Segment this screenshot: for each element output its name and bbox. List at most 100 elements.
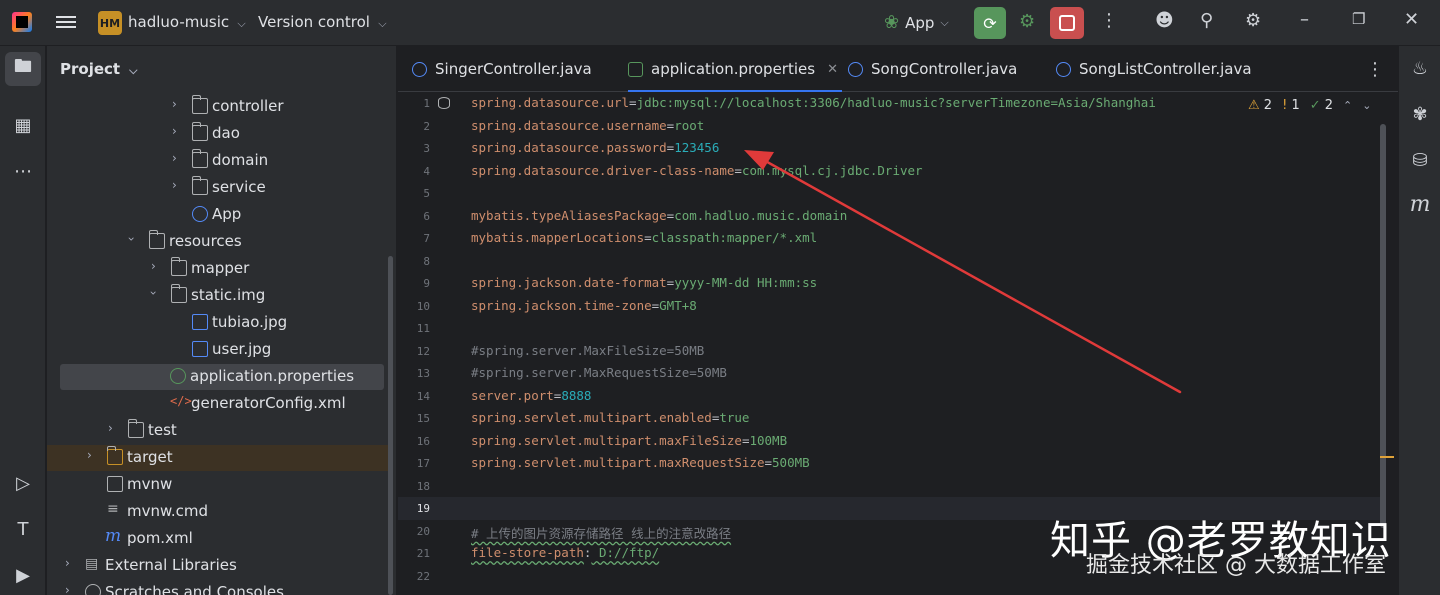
project-badge[interactable]: HM: [98, 11, 122, 35]
line-number[interactable]: 18: [398, 480, 430, 493]
line-number[interactable]: 20: [398, 525, 430, 538]
close-window-icon[interactable]: ✕: [1404, 9, 1419, 30]
version-control-menu[interactable]: Version control ⌵: [258, 13, 387, 31]
code-line[interactable]: spring.jackson.time-zone=GMT+8: [471, 298, 697, 313]
tree-item-generator-config-xml[interactable]: </> generatorConfig.xml: [47, 391, 389, 417]
tree-item-controller[interactable]: › controller: [47, 94, 389, 120]
line-number[interactable]: 2: [398, 120, 430, 133]
restore-window-icon[interactable]: ❐: [1352, 10, 1365, 28]
line-number[interactable]: 15: [398, 412, 430, 425]
chevron-right-icon[interactable]: ›: [172, 151, 177, 165]
line-number[interactable]: 10: [398, 300, 430, 313]
settings-gear-icon[interactable]: ⚙: [1245, 10, 1261, 31]
code-line[interactable]: spring.servlet.multipart.enabled=true: [471, 410, 749, 425]
code-line[interactable]: mybatis.typeAliasesPackage=com.hadluo.mu…: [471, 208, 847, 223]
editor-scrollbar[interactable]: [1380, 124, 1386, 528]
previous-highlight-icon[interactable]: ⌃: [1343, 99, 1352, 112]
database-gutter-icon[interactable]: [438, 97, 450, 109]
line-number[interactable]: 13: [398, 367, 430, 380]
line-number[interactable]: 22: [398, 570, 430, 583]
chevron-right-icon[interactable]: ›: [151, 259, 156, 273]
code-line[interactable]: spring.datasource.username=root: [471, 118, 704, 133]
tree-item-resources[interactable]: › resources: [47, 229, 389, 255]
tree-item-app[interactable]: App: [47, 202, 389, 228]
tree-item-scratches[interactable]: › Scratches and Consoles: [47, 580, 389, 595]
project-panel-title[interactable]: Project ⌵: [60, 60, 137, 78]
tree-item-external-libraries[interactable]: › ▤ External Libraries: [47, 553, 389, 579]
close-tab-icon[interactable]: ✕: [827, 62, 838, 77]
tab-singer-controller[interactable]: SingerController.java: [412, 46, 592, 92]
more-tools-icon[interactable]: ⋯: [5, 154, 41, 188]
maven-tool-icon[interactable]: m: [1408, 192, 1432, 217]
tree-item-mvnw-cmd[interactable]: ≡ mvnw.cmd: [47, 499, 389, 525]
code-line[interactable]: spring.datasource.driver-class-name=com.…: [471, 163, 923, 178]
code-line[interactable]: file-store-path: D://ftp/: [471, 545, 659, 560]
build-tool-icon[interactable]: T: [5, 512, 41, 546]
debug-icon[interactable]: ⚙: [1019, 11, 1035, 32]
line-number[interactable]: 3: [398, 142, 430, 155]
tree-item-tubiao-jpg[interactable]: tubiao.jpg: [47, 310, 389, 336]
tab-application-properties[interactable]: application.properties ✕: [628, 46, 842, 92]
search-icon[interactable]: ⚲: [1200, 10, 1213, 31]
add-user-icon[interactable]: ☻: [1155, 10, 1174, 31]
run-tool-icon[interactable]: ▷: [5, 466, 41, 500]
line-number[interactable]: 8: [398, 255, 430, 268]
line-number[interactable]: 17: [398, 457, 430, 470]
database-icon[interactable]: ⛁: [1408, 148, 1432, 172]
project-scrollbar[interactable]: [388, 256, 393, 595]
line-number[interactable]: 11: [398, 322, 430, 335]
tree-item-mapper[interactable]: › mapper: [47, 256, 389, 282]
ai-assistant-icon[interactable]: ✾: [1408, 102, 1432, 126]
services-tool-icon[interactable]: ▶: [5, 558, 41, 592]
next-highlight-icon[interactable]: ⌄: [1362, 99, 1371, 112]
tree-item-user-jpg[interactable]: user.jpg: [47, 337, 389, 363]
code-line[interactable]: spring.jackson.date-format=yyyy-MM-dd HH…: [471, 275, 817, 290]
minimize-window-icon[interactable]: –: [1300, 9, 1309, 30]
chevron-right-icon[interactable]: ›: [172, 97, 177, 111]
tree-item-dao[interactable]: › dao: [47, 121, 389, 147]
line-number[interactable]: 9: [398, 277, 430, 290]
line-number[interactable]: 16: [398, 435, 430, 448]
line-number[interactable]: 7: [398, 232, 430, 245]
code-line[interactable]: spring.servlet.multipart.maxRequestSize=…: [471, 455, 810, 470]
chevron-right-icon[interactable]: ›: [65, 583, 70, 595]
tab-song-list-controller[interactable]: SongListController.java: [1056, 46, 1252, 92]
project-selector[interactable]: hadluo-music ⌵: [128, 13, 246, 31]
warning-stripe-marker[interactable]: [1380, 456, 1394, 458]
chevron-down-icon[interactable]: ›: [124, 237, 138, 242]
structure-tool-icon[interactable]: ▦: [5, 108, 41, 142]
tab-options-icon[interactable]: ⋮: [1366, 46, 1384, 92]
tree-item-target[interactable]: › target: [47, 445, 389, 471]
code-line[interactable]: #spring.server.MaxRequestSize=50MB: [471, 365, 727, 380]
tree-item-application-properties[interactable]: application.properties: [60, 364, 384, 390]
line-number[interactable]: 12: [398, 345, 430, 358]
line-number[interactable]: 6: [398, 210, 430, 223]
main-menu-icon[interactable]: [56, 13, 76, 33]
code-line[interactable]: mybatis.mapperLocations=classpath:mapper…: [471, 230, 817, 245]
line-number[interactable]: 1: [398, 97, 430, 110]
stop-button[interactable]: [1050, 7, 1084, 39]
line-number[interactable]: 5: [398, 187, 430, 200]
line-number[interactable]: 14: [398, 390, 430, 403]
tree-item-test[interactable]: › test: [47, 418, 389, 444]
code-line[interactable]: spring.servlet.multipart.maxFileSize=100…: [471, 433, 787, 448]
tree-item-pom-xml[interactable]: m pom.xml: [47, 526, 389, 552]
code-line[interactable]: # 上传的图片资源存储路径 线上的注意改路径: [471, 523, 731, 542]
inspection-widget[interactable]: ⚠ 2 ! 1 ✓ 2 ⌃ ⌄: [1248, 98, 1371, 113]
chevron-right-icon[interactable]: ›: [172, 124, 177, 138]
code-line[interactable]: #spring.server.MaxFileSize=50MB: [471, 343, 704, 358]
tree-item-service[interactable]: › service: [47, 175, 389, 201]
line-number[interactable]: 19: [398, 502, 430, 515]
rerun-button[interactable]: ⟳: [974, 7, 1006, 39]
run-configuration-selector[interactable]: ❀ App ⌵: [884, 12, 949, 33]
chevron-down-icon[interactable]: ›: [146, 291, 160, 296]
chevron-right-icon[interactable]: ›: [87, 448, 92, 462]
chevron-right-icon[interactable]: ›: [108, 421, 113, 435]
code-line[interactable]: server.port=8888: [471, 388, 591, 403]
tree-item-mvnw[interactable]: mvnw: [47, 472, 389, 498]
more-actions-icon[interactable]: ⋮: [1100, 10, 1118, 31]
notifications-icon[interactable]: ♨: [1408, 56, 1432, 80]
project-tool-icon[interactable]: 🖿: [5, 52, 41, 86]
chevron-right-icon[interactable]: ›: [65, 556, 70, 570]
chevron-right-icon[interactable]: ›: [172, 178, 177, 192]
